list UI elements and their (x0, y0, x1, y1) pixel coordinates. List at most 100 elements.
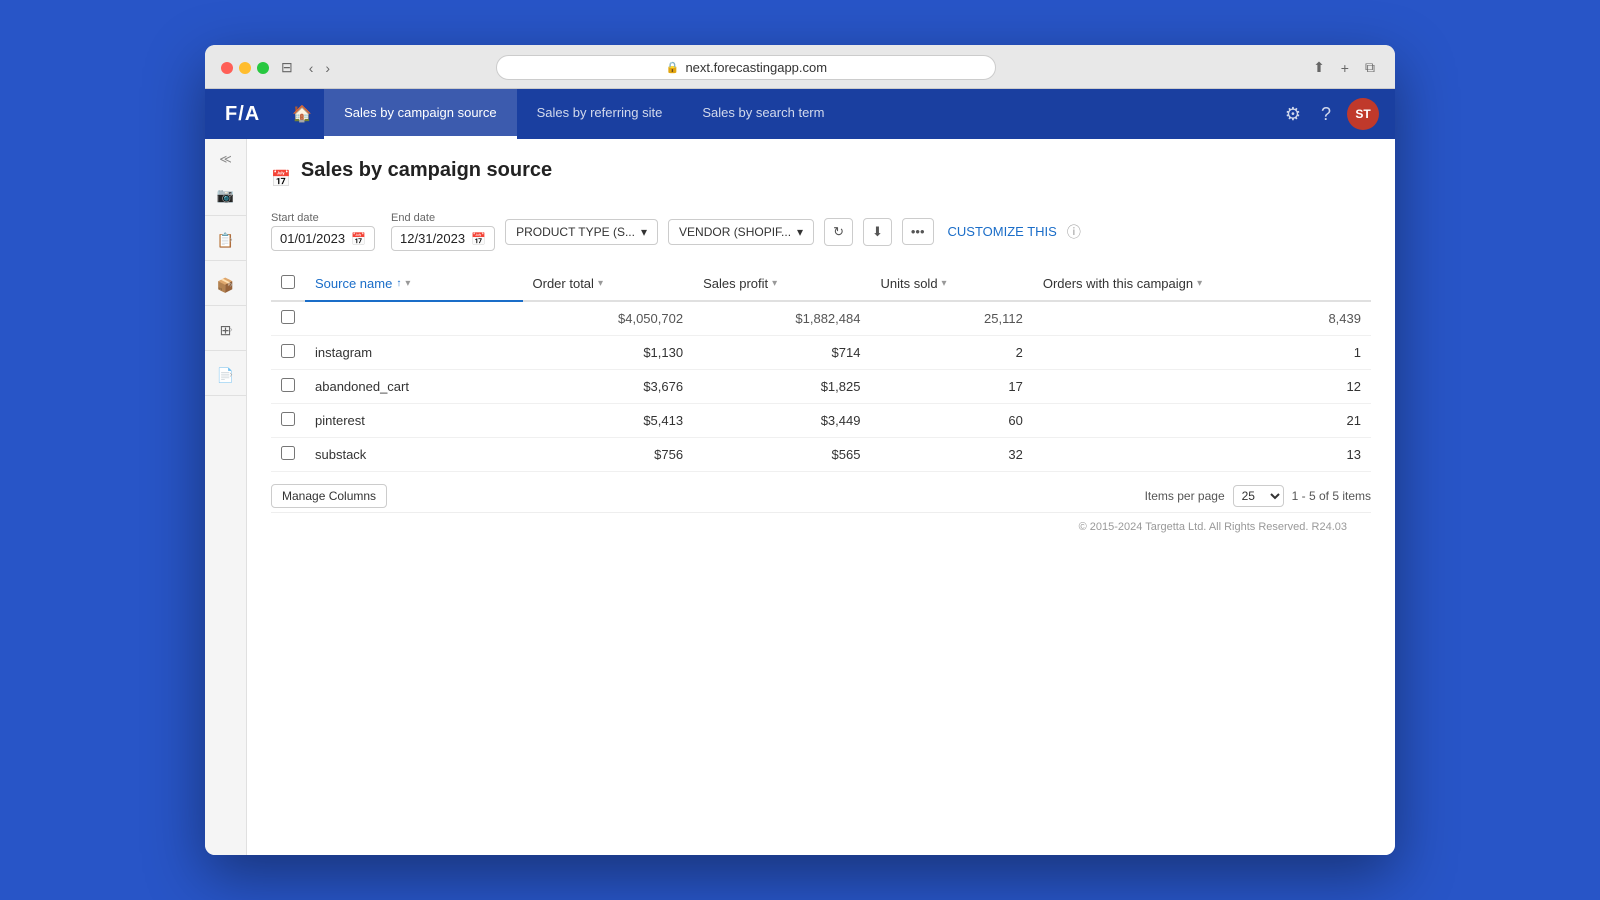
row3-units-sold: 60 (870, 404, 1032, 438)
row4-order-total: $756 (523, 438, 694, 472)
url-text: next.forecastingapp.com (685, 60, 827, 75)
sidebar-item-docs[interactable]: 📄 › (208, 359, 244, 391)
th-select-all[interactable] (271, 267, 305, 301)
main-content: 📅 Sales by campaign source Start date 01… (247, 139, 1395, 855)
th-order-total[interactable]: Order total ▾ (523, 267, 694, 301)
row4-source: substack (305, 438, 523, 472)
end-date-value[interactable]: 12/31/2023 (400, 231, 465, 246)
row4-sales-profit: $565 (693, 438, 870, 472)
back-btn[interactable]: ‹ (305, 58, 318, 78)
date-group: Start date 01/01/2023 📅 End date 12/31/2… (271, 212, 495, 251)
sort-asc-icon: ↑ (396, 278, 401, 289)
row1-orders: 1 (1033, 336, 1371, 370)
row3-source: pinterest (305, 404, 523, 438)
chevron-down-icon: ▾ (641, 225, 647, 239)
share-btn[interactable]: ⬆ (1309, 57, 1329, 78)
row3-checkbox[interactable] (281, 412, 295, 426)
start-date-value[interactable]: 01/01/2023 (280, 231, 345, 246)
sidebar-item-products[interactable]: 📦 › (208, 269, 244, 301)
sidebar-item-reports[interactable]: 📋 › (208, 224, 244, 256)
data-table: Source name ↑ ▾ Order total ▾ (271, 267, 1371, 472)
table-row: pinterest $5,413 $3,449 60 21 (271, 404, 1371, 438)
expand-icon-3: › (230, 279, 242, 291)
vendor-filter-btn[interactable]: VENDOR (SHOPIF... ▾ (668, 219, 814, 245)
row4-orders: 13 (1033, 438, 1371, 472)
calendar-page-icon: 📅 (271, 169, 291, 189)
row4-checkbox[interactable] (281, 446, 295, 460)
totals-units-sold: 25,112 (870, 301, 1032, 336)
totals-order-total: $4,050,702 (523, 301, 694, 336)
totals-orders: 8,439 (1033, 301, 1371, 336)
th-orders-campaign[interactable]: Orders with this campaign ▾ (1033, 267, 1371, 301)
row2-sales-profit: $1,825 (693, 370, 870, 404)
row1-checkbox[interactable] (281, 344, 295, 358)
maximize-btn[interactable] (257, 62, 269, 74)
filter-icon-order[interactable]: ▾ (598, 278, 603, 289)
filter-icon-source[interactable]: ▾ (405, 278, 410, 289)
more-options-btn[interactable]: ••• (902, 218, 934, 245)
address-bar[interactable]: 🔒 next.forecastingapp.com (496, 55, 996, 80)
pagination-text: 1 - 5 of 5 items (1292, 489, 1371, 503)
close-btn[interactable] (221, 62, 233, 74)
end-date-calendar-btn[interactable]: 📅 (471, 232, 486, 246)
expand-icon-2: › (230, 234, 242, 246)
manage-columns-btn[interactable]: Manage Columns (271, 484, 387, 508)
forward-btn[interactable]: › (321, 58, 334, 78)
row4-units-sold: 32 (870, 438, 1032, 472)
customize-btn[interactable]: CUSTOMIZE THIS (948, 224, 1057, 239)
start-date-field: Start date 01/01/2023 📅 (271, 212, 375, 251)
help-icon[interactable]: ? (1317, 100, 1335, 129)
sidebar-toggle-btn[interactable]: ⊟ (281, 59, 293, 76)
totals-source (305, 301, 523, 336)
filters-row: Start date 01/01/2023 📅 End date 12/31/2… (271, 212, 1371, 251)
filter-product-label: PRODUCT TYPE (S... (516, 225, 635, 239)
expand-icon-4: › (230, 324, 242, 336)
product-type-filter-btn[interactable]: PRODUCT TYPE (S... ▾ (505, 219, 658, 245)
row1-source: instagram (305, 336, 523, 370)
tab-sales-referring[interactable]: Sales by referring site (517, 89, 683, 139)
sidebar-item-grid[interactable]: ⊞ › (208, 314, 244, 346)
start-date-label: Start date (271, 212, 375, 224)
row1-sales-profit: $714 (693, 336, 870, 370)
row2-order-total: $3,676 (523, 370, 694, 404)
th-units-sold[interactable]: Units sold ▾ (870, 267, 1032, 301)
filter-icon-orders[interactable]: ▾ (1197, 278, 1202, 289)
th-sales-profit[interactable]: Sales profit ▾ (693, 267, 870, 301)
tab-sales-search[interactable]: Sales by search term (682, 89, 844, 139)
totals-sales-profit: $1,882,484 (693, 301, 870, 336)
row2-units-sold: 17 (870, 370, 1032, 404)
sidebar-item-camera[interactable]: 📷 › (208, 179, 244, 211)
customize-help-icon[interactable]: ⓘ (1067, 222, 1081, 242)
page-title: Sales by campaign source (301, 159, 552, 182)
sidebar-collapse-btn[interactable]: ≪ (212, 147, 240, 171)
row2-orders: 12 (1033, 370, 1371, 404)
refresh-btn[interactable]: ↻ (824, 218, 853, 246)
minimize-btn[interactable] (239, 62, 251, 74)
page-footer: © 2015-2024 Targetta Ltd. All Rights Res… (271, 512, 1371, 537)
table-row: substack $756 $565 32 13 (271, 438, 1371, 472)
items-per-page-label: Items per page (1145, 489, 1225, 503)
totals-checkbox[interactable] (281, 310, 295, 324)
export-btn[interactable]: ⬇ (863, 218, 892, 246)
home-btn[interactable]: 🏠 (280, 89, 324, 139)
row2-checkbox[interactable] (281, 378, 295, 392)
avatar[interactable]: ST (1347, 98, 1379, 130)
end-date-field: End date 12/31/2023 📅 (391, 212, 495, 251)
items-per-page-select[interactable]: 25 50 100 (1233, 485, 1284, 507)
chevron-down-icon-2: ▾ (797, 225, 803, 239)
nav-tabs: Sales by campaign source Sales by referr… (324, 89, 844, 139)
filter-icon-profit[interactable]: ▾ (772, 278, 777, 289)
row3-orders: 21 (1033, 404, 1371, 438)
settings-icon[interactable]: ⚙ (1281, 100, 1305, 129)
tabs-btn[interactable]: ⧉ (1361, 57, 1379, 78)
new-tab-btn[interactable]: + (1337, 57, 1353, 78)
th-source-name[interactable]: Source name ↑ ▾ (305, 267, 523, 301)
select-all-checkbox[interactable] (281, 275, 295, 289)
pagination-info: Items per page 25 50 100 1 - 5 of 5 item… (1145, 485, 1371, 507)
filter-icon-units[interactable]: ▾ (942, 278, 947, 289)
table-footer: Manage Columns Items per page 25 50 100 … (271, 480, 1371, 512)
tab-sales-campaign[interactable]: Sales by campaign source (324, 89, 516, 139)
start-date-calendar-btn[interactable]: 📅 (351, 232, 366, 246)
row1-order-total: $1,130 (523, 336, 694, 370)
sidebar: ≪ 📷 › 📋 › 📦 › ⊞ (205, 139, 247, 855)
